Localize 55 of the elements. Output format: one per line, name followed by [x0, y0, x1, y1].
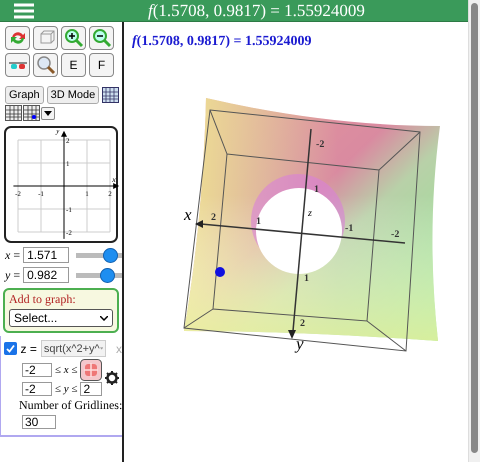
zoom-out-button[interactable] — [89, 26, 114, 50]
settings-icon[interactable] — [105, 370, 120, 384]
tick-label: 1 — [314, 184, 319, 195]
tick-label: 2 — [211, 212, 216, 223]
axis-label: x — [184, 205, 192, 224]
axis-label: y — [296, 334, 304, 353]
expression-field[interactable]: sqrt(x^2+y^ — [40, 340, 106, 357]
mode-button[interactable]: 3D Mode — [46, 86, 100, 104]
variable-label: x = — [5, 248, 20, 262]
tick-label: -1 — [345, 223, 354, 234]
checkbox[interactable] — [4, 342, 16, 355]
menu-icon[interactable] — [12, 2, 36, 18]
range-label: ≤ y ≤ — [55, 383, 78, 395]
tick-label: 1 — [256, 216, 261, 227]
magnifier-button[interactable] — [33, 53, 58, 77]
mode-button[interactable]: Graph — [5, 86, 44, 104]
range-label: ≤ x ≤ — [55, 364, 78, 376]
max-field[interactable]: 2 — [80, 382, 102, 396]
result-text: f(1.5708, 0.9817) = 1.55924009 — [132, 34, 312, 50]
tick-label: -2 — [316, 139, 324, 150]
grid-icon[interactable] — [5, 105, 22, 121]
caret-icon — [44, 110, 52, 116]
point-marker — [215, 267, 225, 277]
value-field[interactable]: 0.982 — [23, 267, 70, 283]
zoom-in-button[interactable] — [61, 26, 86, 50]
chevron-icon — [100, 316, 108, 320]
cube-button[interactable] — [33, 26, 58, 50]
zoom-out-icon — [92, 28, 112, 48]
value-field[interactable]: 1.571 — [23, 247, 70, 263]
zoom-in-icon — [64, 28, 84, 48]
grid-view-icon[interactable] — [102, 87, 120, 103]
tick-label: -2 — [391, 229, 400, 240]
min-field[interactable]: -2 — [22, 382, 52, 396]
3d-glasses-button[interactable] — [5, 53, 30, 77]
title-text: f(1.5708, 0.9817) = 1.55924009 — [148, 0, 365, 20]
scrollbar[interactable] — [468, 0, 480, 462]
equation-label: z = — [20, 342, 37, 356]
min-field[interactable]: -2 — [22, 363, 52, 377]
gridlines-label: Number of Gridlines: — [18, 398, 122, 413]
letter-button[interactable]: F — [89, 53, 114, 77]
grid-point-icon[interactable] — [23, 105, 40, 121]
gridlines-field[interactable]: 30 — [22, 415, 56, 429]
reset-button[interactable] — [5, 26, 30, 50]
tick-label: 2 — [300, 318, 305, 329]
variable-label: y = — [5, 268, 20, 282]
color-picker-icon[interactable] — [80, 359, 102, 381]
add-to-graph-label: Add to graph: — [9, 292, 77, 307]
magnifier-icon — [36, 55, 56, 75]
axis-label: z — [308, 208, 312, 219]
tick-label: 1 — [304, 273, 309, 284]
slider-thumb[interactable] — [103, 248, 118, 262]
letter-button[interactable]: E — [61, 53, 86, 77]
dropdown-button[interactable] — [41, 106, 55, 120]
select-dropdown[interactable]: Select... — [9, 309, 113, 327]
slider-thumb[interactable] — [100, 268, 116, 282]
